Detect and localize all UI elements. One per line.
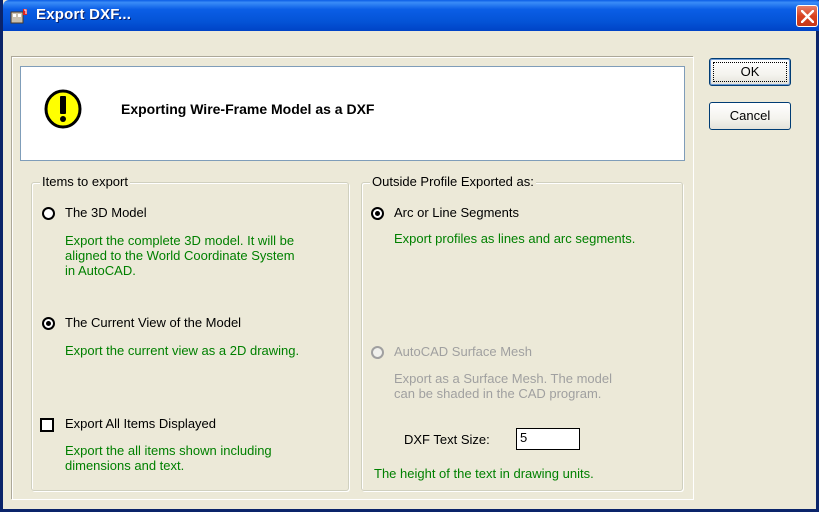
export-all-items-checkbox[interactable] [40, 418, 54, 432]
dxf-text-size-description: The height of the text in drawing units. [374, 466, 594, 481]
ok-label: OK [740, 64, 760, 79]
option-surface-mesh-label[interactable]: AutoCAD Surface Mesh [394, 344, 532, 359]
app-icon [10, 9, 27, 24]
option-current-view-label[interactable]: The Current View of the Model [65, 315, 241, 330]
ok-button[interactable]: OK [709, 58, 791, 86]
desc-line: in AutoCAD. [65, 263, 136, 278]
warning-exclamation-icon [44, 89, 82, 129]
option-arc-line-label[interactable]: Arc or Line Segments [394, 205, 519, 220]
option-3d-model-description: Export the complete 3D model. It will be… [65, 233, 295, 278]
cancel-label: Cancel [729, 108, 771, 123]
radio-arc-line-segments[interactable] [371, 207, 384, 220]
cancel-button[interactable]: Cancel [709, 102, 791, 130]
option-surface-mesh-description: Export as a Surface Mesh. The model can … [394, 371, 612, 401]
option-3d-model-label[interactable]: The 3D Model [65, 205, 147, 220]
desc-line: Export the current view as a 2D drawing. [65, 343, 300, 358]
close-button[interactable] [796, 5, 818, 27]
desc-line: Export as a Surface Mesh. The model [394, 371, 612, 386]
items-to-export-legend: Items to export [40, 174, 130, 189]
radio-3d-model[interactable] [42, 207, 55, 220]
export-all-items-description: Export the all items shown including dim… [65, 443, 272, 473]
desc-line: aligned to the World Coordinate System [65, 248, 295, 263]
header-message: Exporting Wire-Frame Model as a DXF [121, 101, 375, 117]
window-title: Export DXF... [36, 6, 132, 23]
desc-line: Export the all items shown including [65, 443, 272, 458]
radio-surface-mesh[interactable] [371, 346, 384, 359]
export-all-items-label[interactable]: Export All Items Displayed [65, 416, 216, 431]
radio-current-view[interactable] [42, 317, 55, 330]
dxf-text-size-label: DXF Text Size: [404, 432, 490, 447]
close-icon [801, 10, 814, 23]
desc-line: Export the complete 3D model. It will be [65, 233, 295, 248]
desc-line: Export profiles as lines and arc segment… [394, 231, 636, 246]
desc-line: dimensions and text. [65, 458, 185, 473]
title-bar[interactable]: Export DXF... [3, 0, 819, 31]
desc-line: can be shaded in the CAD program. [394, 386, 602, 401]
export-dxf-dialog: Export DXF... Exporting Wire-Frame Model… [0, 0, 819, 512]
outside-profile-legend: Outside Profile Exported as: [370, 174, 536, 189]
option-current-view-description: Export the current view as a 2D drawing. [65, 343, 299, 358]
option-arc-line-description: Export profiles as lines and arc segment… [394, 231, 635, 246]
dxf-text-size-input[interactable]: 5 [516, 428, 580, 450]
